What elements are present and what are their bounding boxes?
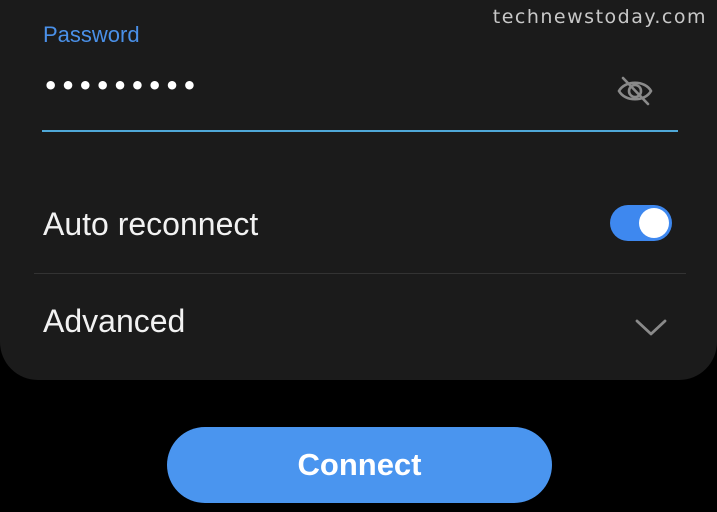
watermark: technewstoday.com: [492, 6, 707, 28]
toggle-password-visibility-button[interactable]: [614, 72, 656, 110]
divider: [34, 273, 686, 274]
auto-reconnect-toggle[interactable]: [610, 205, 672, 241]
password-label: Password: [43, 22, 140, 47]
toggle-knob: [639, 208, 669, 238]
chevron-down-icon[interactable]: [634, 317, 668, 337]
eye-off-icon: [617, 76, 653, 106]
wifi-connect-screen: technewstoday.com Password Auto reconnec…: [0, 0, 717, 512]
connect-button[interactable]: Connect: [167, 427, 552, 503]
advanced-label: Advanced: [43, 303, 186, 339]
auto-reconnect-label: Auto reconnect: [43, 206, 259, 242]
advanced-row[interactable]: Advanced: [0, 288, 717, 360]
password-input[interactable]: [43, 66, 603, 106]
password-underline: [42, 130, 678, 132]
